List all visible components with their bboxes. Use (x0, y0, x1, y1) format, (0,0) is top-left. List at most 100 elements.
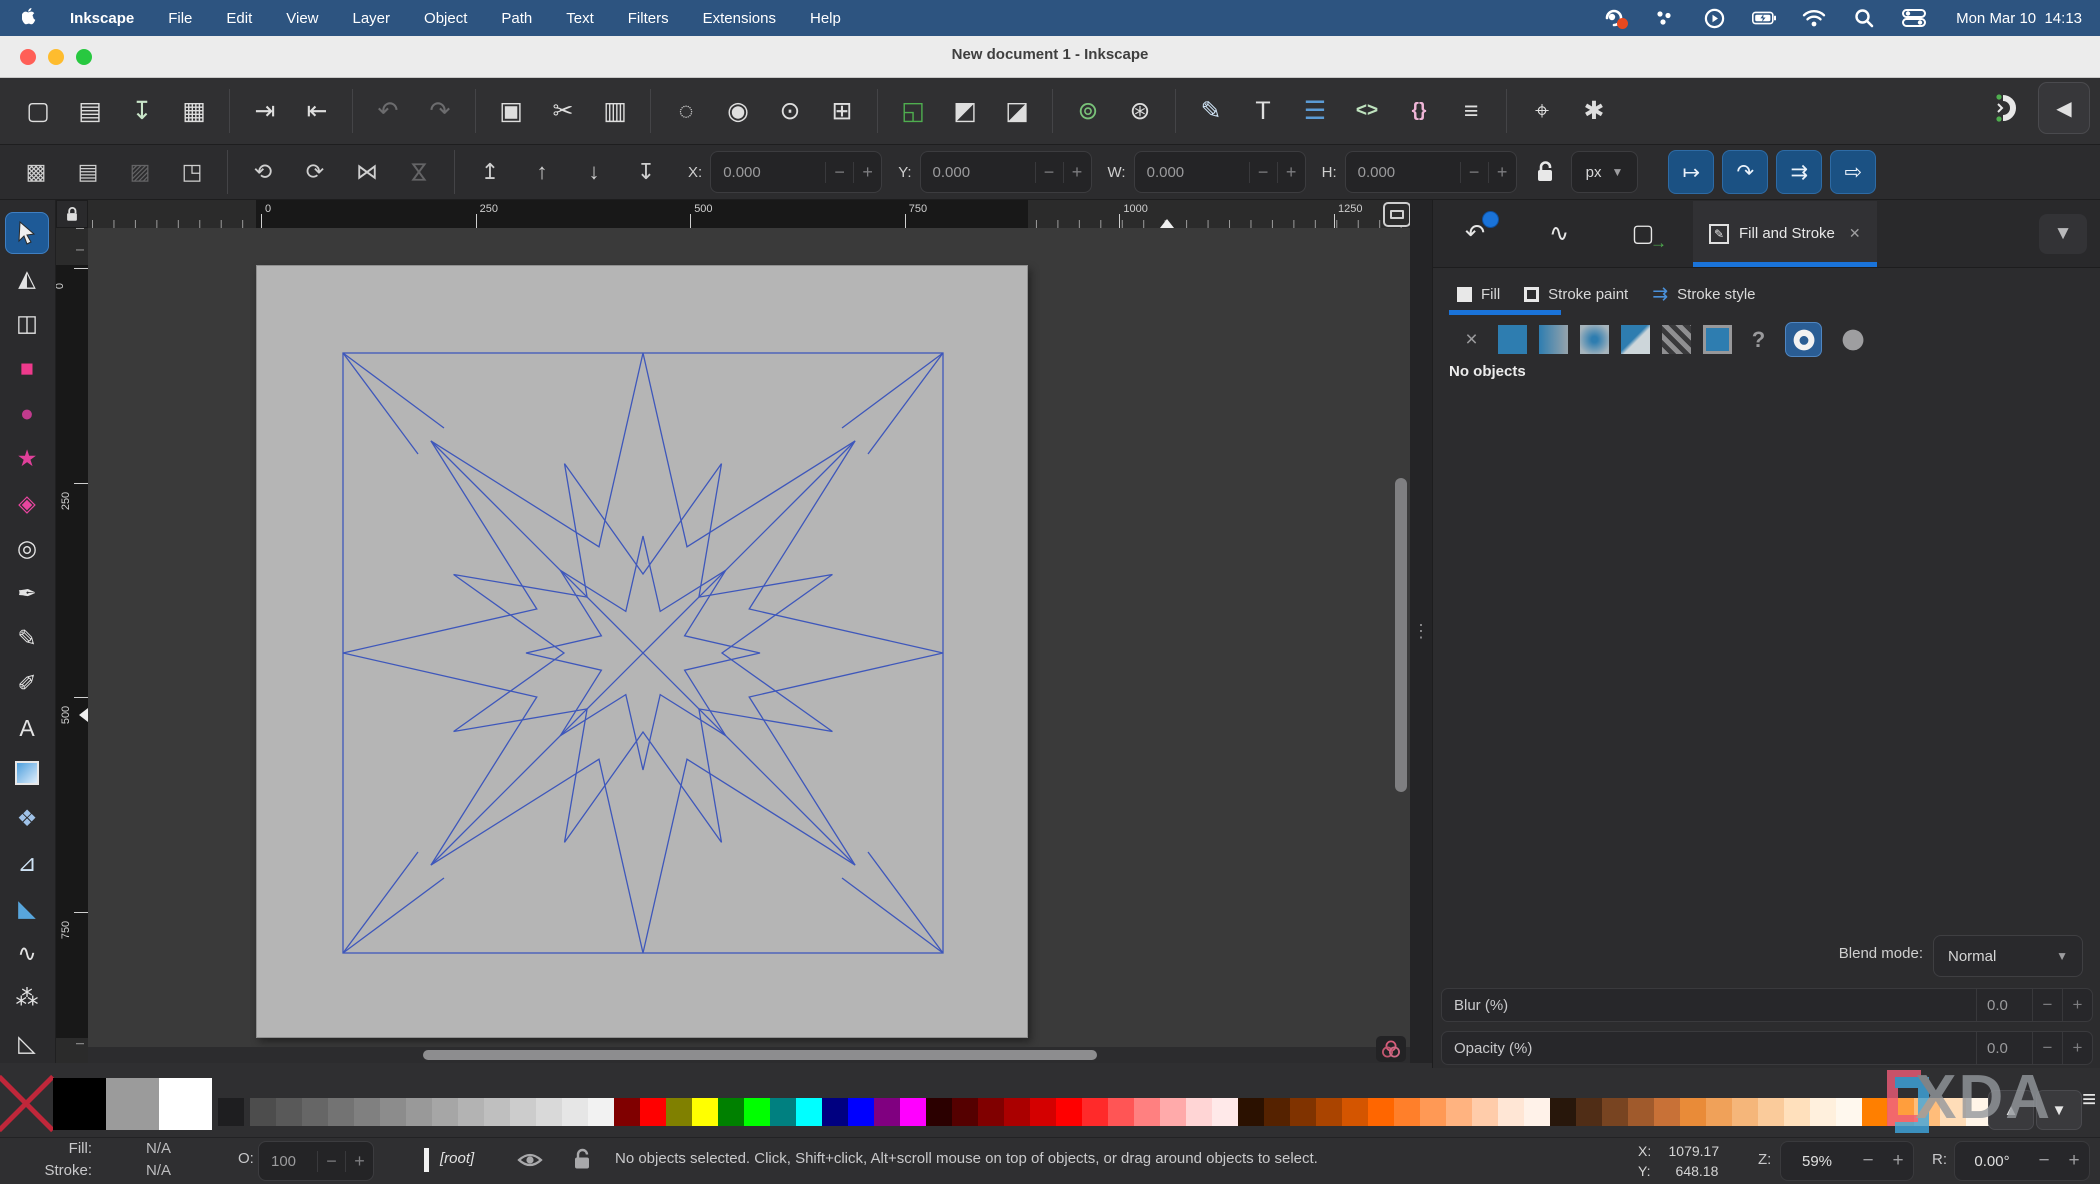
palette-swatch[interactable] (1472, 1098, 1498, 1126)
zoom-selection-button[interactable]: ◌ (663, 88, 709, 134)
decrement-button[interactable]: − (1460, 162, 1488, 183)
align-distribute-button[interactable]: ≡ (1448, 88, 1494, 134)
palette-swatch[interactable] (1264, 1098, 1290, 1126)
palette-swatch[interactable] (1628, 1098, 1654, 1126)
flip-vertical-button[interactable]: ⋈ (399, 150, 439, 194)
palette-swatch[interactable] (718, 1098, 744, 1126)
play-icon[interactable] (1702, 7, 1726, 29)
x-field[interactable]: 0.000−+ (710, 151, 882, 193)
palette-swatch[interactable] (1810, 1098, 1836, 1126)
palette-swatch[interactable] (1680, 1098, 1706, 1126)
open-document-button[interactable]: ▤ (67, 88, 113, 134)
palette-swatch[interactable] (640, 1098, 666, 1126)
horizontal-scrollbar[interactable] (88, 1047, 1410, 1063)
palette-swatch[interactable] (276, 1098, 302, 1126)
search-icon[interactable] (1852, 7, 1876, 29)
h-field[interactable]: 0.000−+ (1345, 151, 1517, 193)
palette-swatch[interactable] (1576, 1098, 1602, 1126)
duplicate-button[interactable]: ◱ (890, 88, 936, 134)
palette-swatch[interactable] (302, 1098, 328, 1126)
increment-button[interactable]: + (1488, 162, 1516, 183)
create-clone-button[interactable]: ◩ (942, 88, 988, 134)
object-properties-button[interactable]: {} (1396, 88, 1442, 134)
palette-scroll-down-button[interactable]: ▼ (2036, 1090, 2082, 1130)
palette-swatch[interactable] (822, 1098, 848, 1126)
palette-swatch[interactable] (536, 1098, 562, 1126)
deselect-button[interactable]: ▨ (118, 152, 162, 192)
control-center-icon[interactable] (1902, 7, 1926, 29)
palette-scroll-up-button[interactable]: ▲ (1988, 1090, 2034, 1130)
horizontal-ruler[interactable]: 025050075010001250 (88, 200, 1410, 228)
palette-swatch[interactable] (796, 1098, 822, 1126)
menu-clock[interactable]: Mon Mar 10 14:13 (1956, 10, 2082, 27)
palette-swatch[interactable] (1550, 1098, 1576, 1126)
decrement-button[interactable]: − (1249, 162, 1277, 183)
layer-visibility-eye-icon[interactable] (516, 1148, 544, 1172)
palette-swatch[interactable] (458, 1098, 484, 1126)
rotate-cw-button[interactable]: ⟳ (293, 152, 337, 192)
palette-menu-icon[interactable]: ≡ (2082, 1086, 2096, 1114)
palette-swatch[interactable] (978, 1098, 1004, 1126)
menu-text[interactable]: Text (566, 10, 594, 27)
palette-swatch[interactable] (562, 1098, 588, 1126)
copy-button[interactable]: ▣ (488, 88, 534, 134)
import-document-button[interactable]: ⇥ (242, 88, 288, 134)
swatch-white[interactable] (159, 1078, 212, 1130)
tab-fill[interactable]: Fill (1457, 275, 1500, 313)
palette-swatch[interactable] (328, 1098, 354, 1126)
box-3d-tool[interactable]: ◈ (5, 482, 49, 524)
vertical-scrollbar-thumb[interactable] (1395, 478, 1407, 792)
opacity-minus[interactable]: − (317, 1151, 345, 1172)
palette-swatch[interactable] (1342, 1098, 1368, 1126)
ungroup-button[interactable]: ⊛ (1117, 88, 1163, 134)
new-document-button[interactable]: ▢ (15, 88, 61, 134)
spray-tool[interactable]: ⁂ (5, 977, 49, 1019)
group-button[interactable]: ⊚ (1065, 88, 1111, 134)
palette-swatch[interactable] (510, 1098, 536, 1126)
palette-swatch[interactable] (1134, 1098, 1160, 1126)
screen-recorder-icon[interactable] (1602, 7, 1626, 29)
vertical-ruler[interactable]: 0250500750 (56, 228, 88, 1063)
palette-swatch[interactable] (1394, 1098, 1420, 1126)
unknown-paint-button[interactable]: ? (1744, 325, 1773, 354)
opacity-decrement[interactable]: − (2032, 1032, 2062, 1064)
fill-stroke-dock-tab[interactable]: ✎ Fill and Stroke ✕ (1693, 201, 1877, 267)
ruler-lock-icon[interactable] (56, 200, 88, 228)
palette-swatch[interactable] (874, 1098, 900, 1126)
palette-swatch[interactable] (770, 1098, 796, 1126)
wifi-icon[interactable] (1802, 7, 1826, 29)
tab-stroke-paint[interactable]: Stroke paint (1524, 275, 1628, 313)
palette-swatch[interactable] (432, 1098, 458, 1126)
xml-editor-button[interactable]: <> (1344, 88, 1390, 134)
pen-tool[interactable]: ✒ (5, 572, 49, 614)
close-tab-icon[interactable]: ✕ (1849, 225, 1861, 242)
dropper-tool[interactable]: ⊿ (5, 842, 49, 884)
redo-button[interactable]: ↷ (417, 88, 463, 134)
palette-swatch[interactable] (1784, 1098, 1810, 1126)
palette-swatch[interactable] (1290, 1098, 1316, 1126)
palette-swatch[interactable] (354, 1098, 380, 1126)
decrement-button[interactable]: − (1035, 162, 1063, 183)
lower-to-bottom-button[interactable]: ↧ (624, 152, 668, 192)
increment-button[interactable]: + (853, 162, 881, 183)
palette-swatch[interactable] (744, 1098, 770, 1126)
paste-button[interactable]: ▥ (592, 88, 638, 134)
paint-bucket-tool[interactable]: ◣ (5, 887, 49, 929)
palette-swatch[interactable] (1056, 1098, 1082, 1126)
node-tool[interactable]: ◭ (5, 257, 49, 299)
decrement-button[interactable]: − (825, 162, 853, 183)
find-replace-button[interactable]: ⌖ (1519, 88, 1565, 134)
zoom-page-button[interactable]: ⊙ (767, 88, 813, 134)
menu-inkscape[interactable]: Inkscape (70, 10, 134, 27)
palette-swatch[interactable] (1316, 1098, 1342, 1126)
export-tab[interactable]: ▢ → (1601, 201, 1685, 267)
palette-lead-swatch[interactable] (218, 1098, 244, 1126)
rotate-ccw-button[interactable]: ⟲ (241, 152, 285, 192)
preferences-button[interactable]: ✱ (1571, 88, 1617, 134)
panel-resize-handle[interactable]: ⋮ (1410, 200, 1432, 1063)
rotation-spinner[interactable]: 0.00° − + (1954, 1141, 2090, 1181)
raise-to-top-button[interactable]: ↥ (468, 152, 512, 192)
palette-swatch[interactable] (1108, 1098, 1134, 1126)
palette-swatch[interactable] (614, 1098, 640, 1126)
canvas[interactable] (88, 228, 1410, 1063)
